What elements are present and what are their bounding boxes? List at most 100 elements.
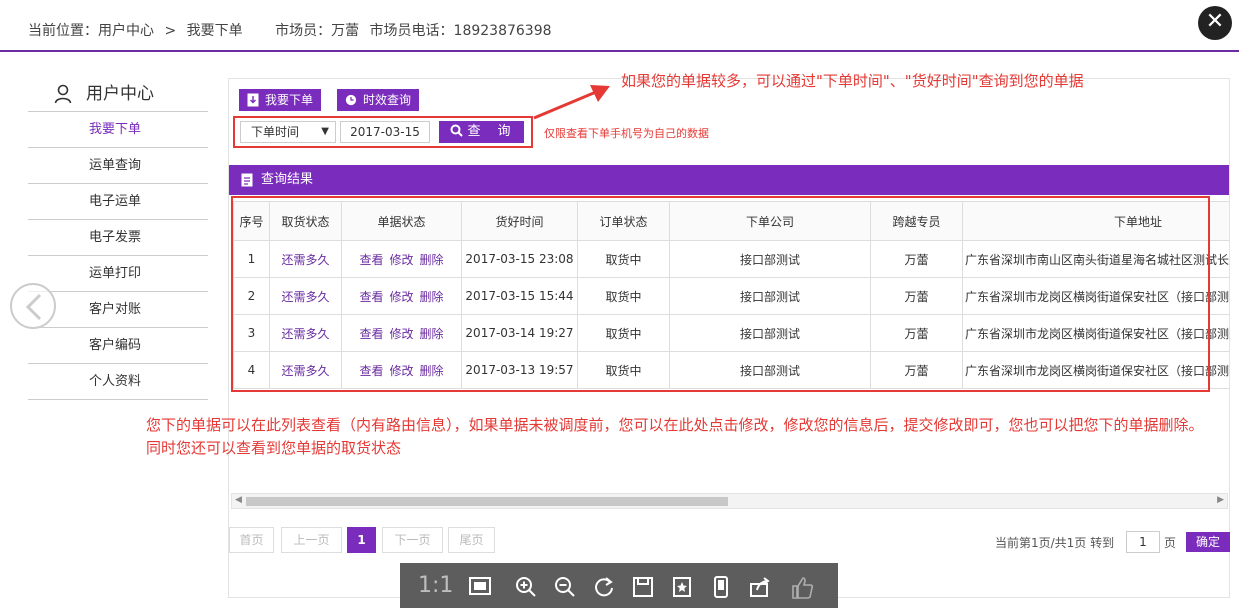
sidebar-item-profile[interactable]: 个人资料 [28, 364, 208, 400]
prev-image-button[interactable] [10, 283, 56, 329]
rotate-icon[interactable] [590, 573, 616, 599]
query-button[interactable]: 查 询 [439, 121, 524, 143]
sidebar-item-waybill-query[interactable]: 运单查询 [28, 148, 208, 184]
user-icon [54, 84, 72, 104]
horizontal-scrollbar[interactable]: ◀ ▶ [231, 493, 1228, 509]
top-bar: 当前位置：用户中心 > 我要下单 市场员：万蕾 市场员电话：1892387639… [0, 0, 1239, 52]
delete-link[interactable]: 删除 [420, 253, 444, 267]
sidebar-item-place-order[interactable]: 我要下单 [28, 112, 208, 148]
favorite-icon[interactable] [668, 573, 694, 599]
share-icon[interactable] [746, 573, 772, 599]
cell-address: 广东省深圳市龙岗区横岗街道保安社区（接口部测试 [962, 351, 1229, 389]
time-type-select[interactable]: 下单时间 ▼ [240, 121, 336, 143]
sidebar-title-label: 用户中心 [86, 84, 154, 104]
scroll-left-icon[interactable]: ◀ [235, 495, 242, 505]
cell-actions: 查看 修改 删除 [341, 351, 462, 389]
delete-link[interactable]: 删除 [420, 364, 444, 378]
cell-order-status: 取货中 [577, 240, 670, 278]
phone-icon[interactable] [707, 573, 733, 599]
sidebar-item-e-waybill[interactable]: 电子运单 [28, 184, 208, 220]
pickup-eta-link[interactable]: 还需多久 [269, 240, 342, 278]
view-link[interactable]: 查看 [359, 364, 383, 378]
cell-address: 广东省深圳市南山区南头街道星海名城社区测试长久 [962, 240, 1229, 278]
delete-link[interactable]: 删除 [420, 290, 444, 304]
cell-actions: 查看 修改 删除 [341, 240, 462, 278]
place-order-button[interactable]: 我要下单 [239, 89, 322, 111]
date-input[interactable]: 2017-03-15 [340, 121, 430, 143]
sidebar-item-customer-code[interactable]: 客户编码 [28, 328, 208, 364]
cell-address: 广东省深圳市龙岗区横岗街道保安社区（接口部测试 [962, 277, 1229, 315]
actual-size-button[interactable]: 1:1 [418, 573, 453, 599]
current-page-button[interactable]: 1 [347, 527, 376, 553]
page-info: 当前第1页/共1页 转到 [995, 536, 1115, 550]
table-row: 3 还需多久 查看 修改 删除 2017-03-14 19:27 取货中 接口部测试… [233, 314, 1229, 352]
table-row: 1 还需多久 查看 修改 删除 2017-03-15 23:08 取货中 接口部测试… [233, 240, 1229, 278]
cell-address: 广东省深圳市龙岗区横岗街道保安社区（接口部测试 [962, 314, 1229, 352]
edit-link[interactable]: 修改 [389, 327, 413, 341]
col-header-ready-time: 货好时间 [461, 201, 578, 241]
view-link[interactable]: 查看 [359, 327, 383, 341]
sidebar-item-e-invoice[interactable]: 电子发票 [28, 220, 208, 256]
cell-agent: 万蕾 [870, 314, 963, 352]
pickup-eta-link[interactable]: 还需多久 [269, 314, 342, 352]
table-header-row: 序号 取货状态 单据状态 货好时间 订单状态 下单公司 跨越专员 下单地址 [233, 201, 1229, 241]
cell-company: 接口部测试 [669, 277, 871, 315]
caret-down-icon: ▼ [321, 126, 329, 137]
like-icon[interactable] [788, 573, 814, 599]
search-hint: 仅限查看下单手机号为自己的数据 [544, 127, 709, 140]
sidebar-item-waybill-print[interactable]: 运单打印 [28, 256, 208, 292]
cell-agent: 万蕾 [870, 277, 963, 315]
cell-order-status: 取货中 [577, 277, 670, 315]
cell-order-status: 取货中 [577, 314, 670, 352]
cell-company: 接口部测试 [669, 314, 871, 352]
goto-page-input[interactable]: 1 [1126, 531, 1160, 553]
scrollbar-thumb[interactable] [246, 497, 728, 506]
pickup-eta-link[interactable]: 还需多久 [269, 277, 342, 315]
results-title: 查询结果 [261, 172, 314, 187]
scroll-right-icon[interactable]: ▶ [1217, 495, 1224, 505]
first-page-button[interactable]: 首页 [229, 527, 274, 553]
cell-no: 3 [233, 314, 270, 352]
results-table: 序号 取货状态 单据状态 货好时间 订单状态 下单公司 跨越专员 下单地址 1 … [233, 201, 1229, 389]
place-order-label: 我要下单 [265, 93, 314, 107]
image-viewer-toolbar: 1:1 [400, 563, 838, 608]
cell-ready-time: 2017-03-13 19:57 [461, 351, 578, 389]
edit-link[interactable]: 修改 [389, 253, 413, 267]
col-header-pickup: 取货状态 [269, 201, 342, 241]
cell-ready-time: 2017-03-15 15:44 [461, 277, 578, 315]
chevron-left-icon [25, 293, 42, 321]
breadcrumb-separator: > [164, 23, 177, 39]
annotation-top: 如果您的单据较多，可以通过"下单时间"、"货好时间"查询到您的单据 [621, 72, 1084, 90]
col-header-address: 下单地址 [962, 201, 1229, 241]
cell-order-status: 取货中 [577, 351, 670, 389]
clock-icon [345, 94, 357, 106]
close-icon[interactable]: ✕ [1198, 6, 1232, 40]
query-label: 查 询 [467, 124, 513, 139]
timeliness-query-label: 时效查询 [363, 93, 412, 107]
timeliness-query-button[interactable]: 时效查询 [337, 89, 420, 111]
cell-ready-time: 2017-03-15 23:08 [461, 240, 578, 278]
page-unit-label: 页 [1164, 536, 1177, 550]
last-page-button[interactable]: 尾页 [448, 527, 495, 553]
prev-page-button[interactable]: 上一页 [281, 527, 342, 553]
confirm-button[interactable]: 确定 [1186, 532, 1230, 552]
annotation-bottom: 您下的单据可以在此列表查看（内有路由信息），如果单据未被调度前，您可以在此处点击… [146, 416, 1204, 457]
delete-link[interactable]: 删除 [420, 327, 444, 341]
col-header-doc-status: 单据状态 [341, 201, 462, 241]
edit-link[interactable]: 修改 [389, 364, 413, 378]
edit-link[interactable]: 修改 [389, 290, 413, 304]
cell-company: 接口部测试 [669, 240, 871, 278]
sidebar-title: 用户中心 [28, 76, 208, 112]
breadcrumb-current[interactable]: 我要下单 [187, 23, 243, 39]
pickup-eta-link[interactable]: 还需多久 [269, 351, 342, 389]
fit-window-icon[interactable] [466, 573, 492, 599]
annotation-arrow [533, 85, 610, 120]
table-row: 2 还需多久 查看 修改 删除 2017-03-15 15:44 取货中 接口部测试… [233, 277, 1229, 315]
view-link[interactable]: 查看 [359, 290, 383, 304]
zoom-in-icon[interactable] [512, 573, 538, 599]
zoom-out-icon[interactable] [551, 573, 577, 599]
save-icon[interactable] [629, 573, 655, 599]
next-page-button[interactable]: 下一页 [382, 527, 443, 553]
view-link[interactable]: 查看 [359, 253, 383, 267]
cell-no: 2 [233, 277, 270, 315]
